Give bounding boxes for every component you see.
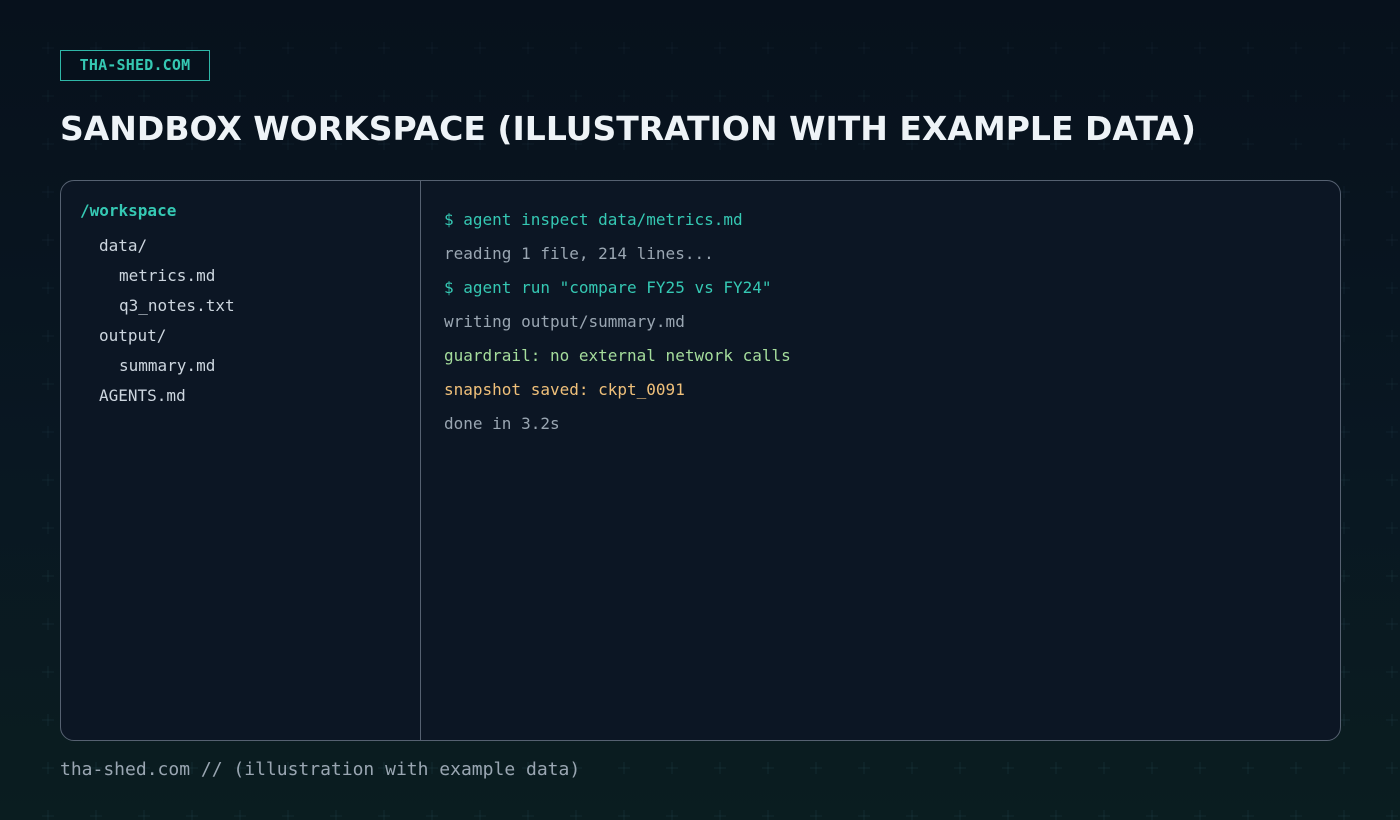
file-tree-file-summary[interactable]: summary.md xyxy=(119,355,215,377)
file-tree-folder-output[interactable]: output/ xyxy=(99,325,166,347)
terminal-done-line: done in 3.2s xyxy=(444,414,560,433)
terminal-output-line: reading 1 file, 214 lines... xyxy=(444,244,714,263)
page-title: SANDBOX WORKSPACE (ILLUSTRATION WITH EXA… xyxy=(60,109,1196,148)
file-tree-folder-data[interactable]: data/ xyxy=(99,235,147,257)
terminal-output: $ agent inspect data/metrics.md reading … xyxy=(421,181,1340,740)
terminal-command-line: $ agent run "compare FY25 vs FY24" xyxy=(444,278,772,297)
workspace-panel: /workspace data/ metrics.md q3_notes.txt… xyxy=(60,180,1341,741)
file-tree-root[interactable]: /workspace xyxy=(80,200,176,222)
terminal-command-line: $ agent inspect data/metrics.md xyxy=(444,210,743,229)
terminal-snapshot-line: snapshot saved: ckpt_0091 xyxy=(444,380,685,399)
terminal-output-line: writing output/summary.md xyxy=(444,312,685,331)
file-tree-file-agents[interactable]: AGENTS.md xyxy=(99,385,186,407)
file-tree-panel: /workspace data/ metrics.md q3_notes.txt… xyxy=(61,181,421,740)
file-tree-file-q3-notes[interactable]: q3_notes.txt xyxy=(119,295,235,317)
terminal-guardrail-line: guardrail: no external network calls xyxy=(444,346,791,365)
brand-badge[interactable]: THA-SHED.COM xyxy=(60,50,210,81)
footer-text: tha-shed.com // (illustration with examp… xyxy=(60,759,581,780)
file-tree-file-metrics[interactable]: metrics.md xyxy=(119,265,215,287)
